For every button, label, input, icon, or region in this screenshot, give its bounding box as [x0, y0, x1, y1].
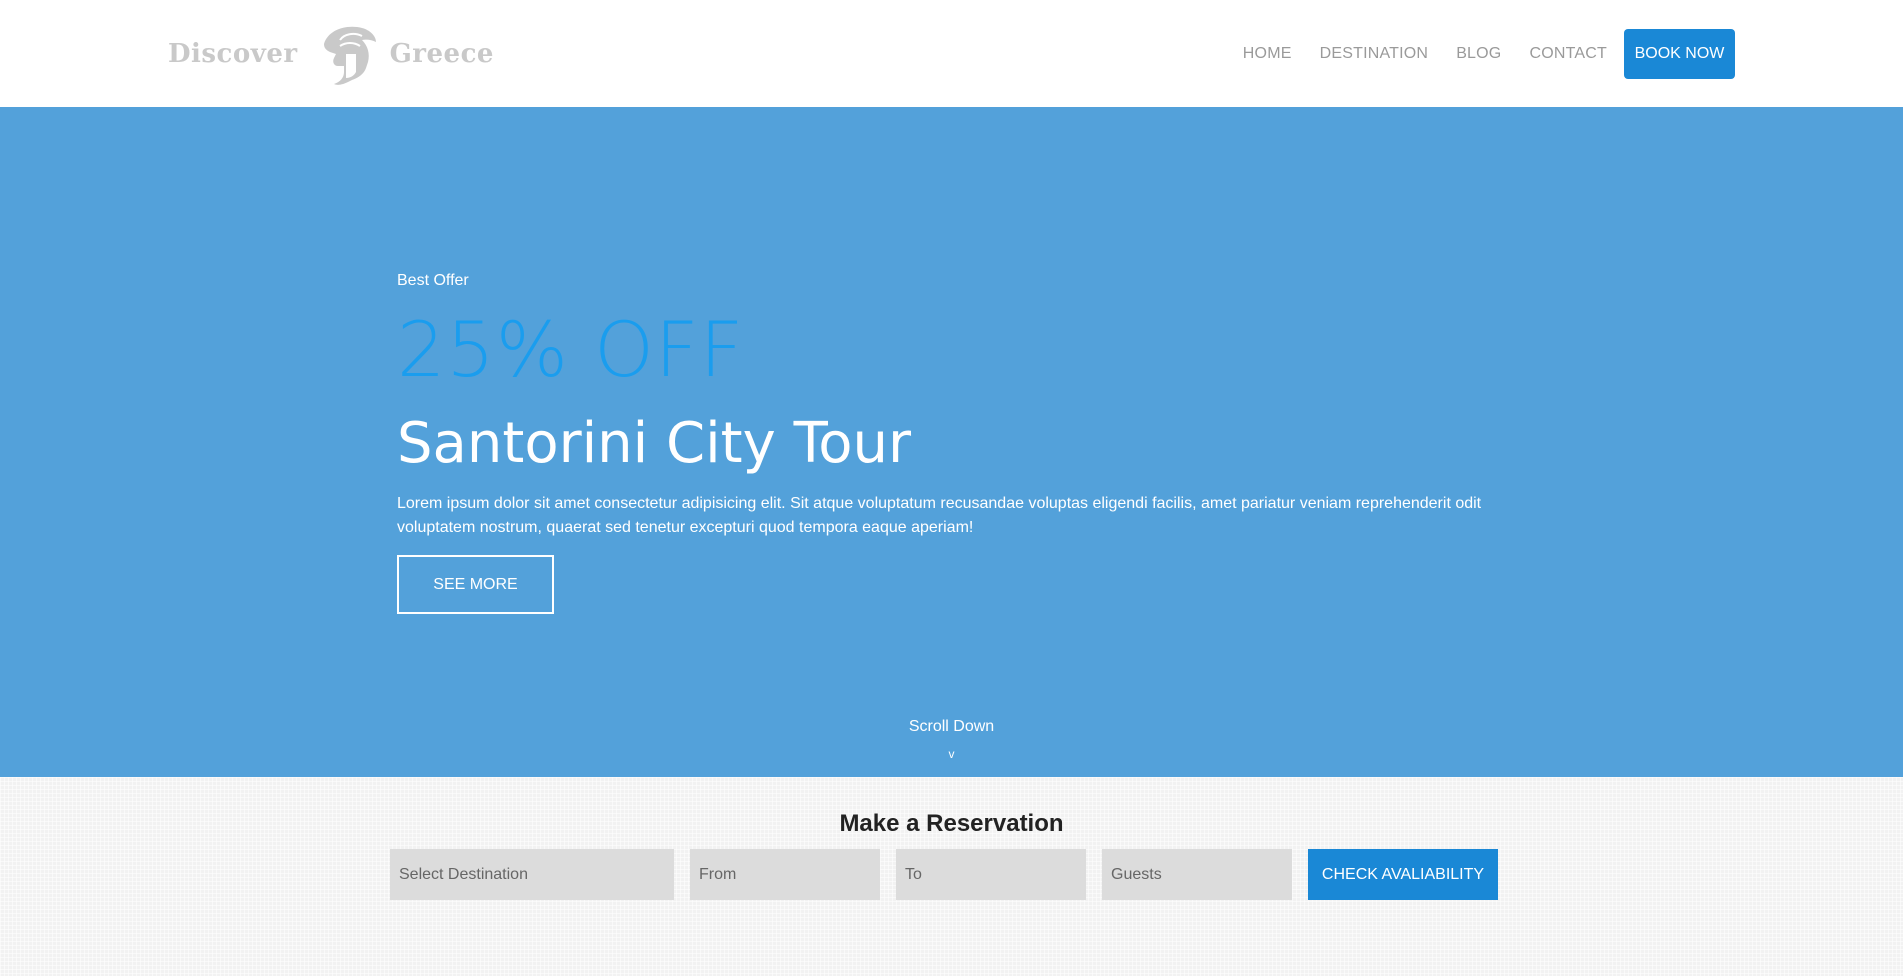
reservation-section: Make a Reservation CHECK AVALIABILITY — [0, 777, 1903, 976]
main-nav: HOME DESTINATION BLOG CONTACT BOOK NOW — [1243, 29, 1735, 79]
hero-banner: Best Offer 25% OFF Santorini City Tour L… — [0, 107, 1903, 777]
hero-description: Lorem ipsum dolor sit amet consectetur a… — [397, 495, 1482, 536]
chevron-down-icon[interactable]: v — [0, 747, 1903, 761]
site-header: Discover Greece HOME DESTINATION BLOG CO… — [0, 0, 1903, 107]
logo[interactable]: Discover Greece — [168, 22, 494, 86]
destination-select[interactable] — [390, 849, 674, 900]
nav-home[interactable]: HOME — [1243, 45, 1292, 63]
guests-field[interactable] — [1102, 849, 1292, 900]
from-date-field[interactable] — [690, 849, 880, 900]
hero-title: Santorini City Tour — [397, 411, 912, 476]
nav-destination[interactable]: DESTINATION — [1320, 45, 1429, 63]
check-availability-button[interactable]: CHECK AVALIABILITY — [1308, 849, 1498, 900]
spartan-helmet-icon — [323, 26, 376, 85]
hero-discount: 25% OFF — [397, 305, 745, 394]
scroll-down-link[interactable]: Scroll Down — [0, 718, 1903, 736]
reservation-form: CHECK AVALIABILITY — [390, 849, 1498, 900]
hero-eyebrow: Best Offer — [397, 272, 469, 289]
nav-contact[interactable]: CONTACT — [1529, 45, 1607, 63]
hero-content: Best Offer 25% OFF Santorini City Tour L… — [397, 272, 1507, 614]
to-date-field[interactable] — [896, 849, 1086, 900]
see-more-button[interactable]: SEE MORE — [397, 555, 554, 614]
logo-word-left: Discover — [168, 39, 298, 69]
reservation-title: Make a Reservation — [839, 810, 1064, 837]
book-now-button[interactable]: BOOK NOW — [1624, 29, 1735, 79]
nav-blog[interactable]: BLOG — [1456, 45, 1501, 63]
logo-word-right: Greece — [389, 39, 494, 69]
